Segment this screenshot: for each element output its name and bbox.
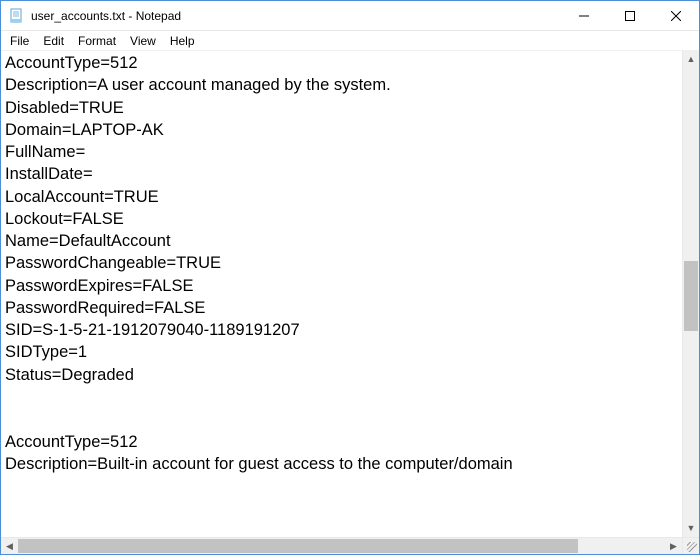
menu-view[interactable]: View [123,33,163,49]
titlebar: user_accounts.txt - Notepad [1,1,699,31]
scroll-left-arrow-icon[interactable]: ◀ [1,538,18,554]
vertical-scroll-thumb[interactable] [684,261,698,331]
menubar: File Edit Format View Help [1,31,699,51]
text-editor[interactable]: AccountType=512 Description=A user accou… [1,51,682,537]
horizontal-scroll-thumb[interactable] [18,539,578,553]
window-controls [561,1,699,30]
minimize-button[interactable] [561,1,607,30]
horizontal-scrollbar[interactable]: ◀ ▶ [1,538,682,554]
maximize-button[interactable] [607,1,653,30]
menu-help[interactable]: Help [163,33,202,49]
scroll-right-arrow-icon[interactable]: ▶ [665,538,682,554]
window-title: user_accounts.txt - Notepad [31,9,561,23]
menu-file[interactable]: File [3,33,36,49]
scroll-down-arrow-icon[interactable]: ▼ [683,520,699,537]
menu-edit[interactable]: Edit [36,33,71,49]
resize-grip[interactable] [682,538,699,554]
vertical-scrollbar[interactable]: ▲ ▼ [682,51,699,537]
close-button[interactable] [653,1,699,30]
scroll-up-arrow-icon[interactable]: ▲ [683,51,699,68]
menu-format[interactable]: Format [71,33,123,49]
editor-wrap: AccountType=512 Description=A user accou… [1,51,699,554]
notepad-icon [9,8,25,24]
